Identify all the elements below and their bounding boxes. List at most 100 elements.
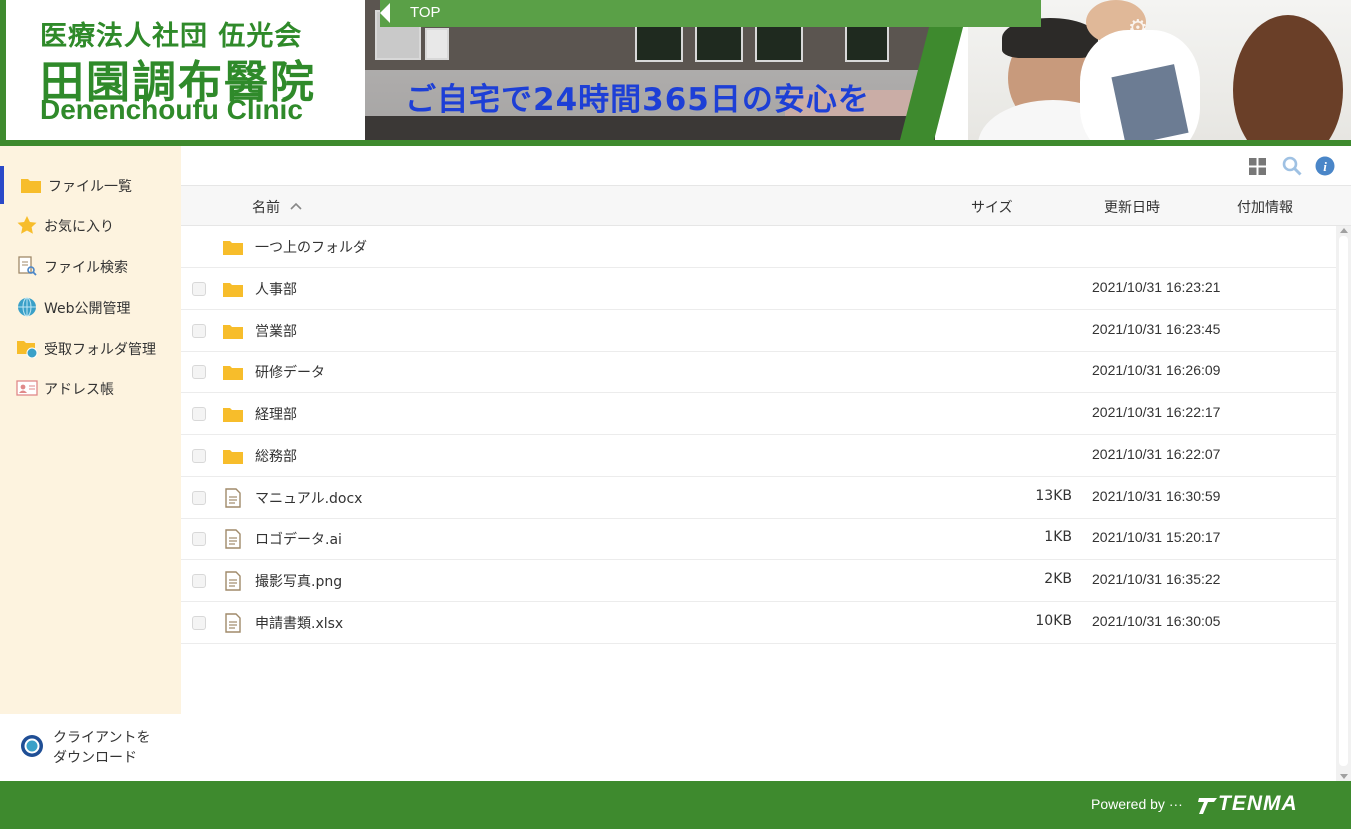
- row-checkbox[interactable]: [192, 282, 206, 296]
- address-book-icon: [16, 380, 38, 396]
- file-icon: [225, 529, 241, 549]
- table-row[interactable]: 営業部 2021/10/31 16:23:45: [181, 310, 1336, 352]
- parent-folder-label: 一つ上のフォルダ: [255, 240, 367, 256]
- folder-icon: [223, 449, 243, 464]
- row-checkbox[interactable]: [192, 490, 206, 505]
- row-checkbox[interactable]: [192, 365, 206, 380]
- file-size: 10KB: [1035, 612, 1072, 629]
- row-checkbox[interactable]: [192, 615, 206, 630]
- folder-icon: [223, 324, 243, 339]
- table-row[interactable]: ロゴデータ.ai 1KB 2021/10/31 15:20:17: [181, 518, 1336, 561]
- scrollbar-thumb[interactable]: [1339, 236, 1348, 766]
- scrollbar[interactable]: [1336, 226, 1351, 781]
- file-name[interactable]: 申請書類.xlsx: [255, 613, 343, 633]
- sidebar-item-label: 受取フォルダ管理: [44, 342, 156, 358]
- file-icon: [225, 487, 241, 508]
- sidebar-item-favorites[interactable]: お気に入り: [0, 206, 181, 244]
- file-name[interactable]: 人事部: [255, 279, 297, 299]
- file-name[interactable]: 研修データ: [255, 362, 325, 382]
- row-checkbox[interactable]: [192, 407, 206, 422]
- gear-icon[interactable]: ⚙: [1128, 18, 1150, 40]
- table-row[interactable]: 研修データ 2021/10/31 16:26:09: [181, 351, 1336, 394]
- file-icon: [225, 612, 241, 633]
- grid-view-icon[interactable]: [1248, 156, 1268, 176]
- sidebar-item-file-search[interactable]: ファイル検索: [0, 247, 181, 285]
- column-name[interactable]: 名前: [252, 197, 280, 217]
- download-client-button[interactable]: クライアントを ダウンロード: [0, 714, 181, 781]
- search-icon[interactable]: [1282, 156, 1302, 176]
- table-row[interactable]: 総務部 2021/10/31 16:22:07: [181, 435, 1336, 477]
- file-modified: 2021/10/31 16:22:07: [1092, 445, 1221, 462]
- clinic-logo[interactable]: 医療法人社団 伍光会 田園調布醫院 Denenchoufu Clinic: [0, 0, 365, 140]
- row-checkbox[interactable]: [192, 323, 206, 338]
- file-modified: 2021/10/31 16:30:59: [1092, 487, 1221, 504]
- download-label-line1: クライアントを: [53, 730, 151, 746]
- slogan-text: ご自宅で24時間365日の安心を: [405, 82, 870, 118]
- sidebar-item-receive-folder[interactable]: 受取フォルダ管理: [0, 329, 181, 367]
- file-modified: 2021/10/31 16:23:45: [1092, 320, 1221, 337]
- tenma-mark-icon: [1198, 798, 1217, 814]
- file-modified: 2021/10/31 16:30:05: [1092, 612, 1221, 629]
- folder-icon: [223, 241, 243, 255]
- powered-by-label: Powered by ···: [1091, 796, 1183, 812]
- table-row[interactable]: 人事部 2021/10/31 16:23:21: [181, 268, 1336, 310]
- sidebar-item-label: Web公開管理: [44, 301, 131, 317]
- file-name[interactable]: 営業部: [255, 321, 297, 341]
- scroll-up-icon[interactable]: [1340, 228, 1348, 233]
- column-size[interactable]: サイズ: [971, 197, 1013, 217]
- tenma-logo[interactable]: TENMA: [1218, 792, 1298, 816]
- column-extra[interactable]: 付加情報: [1237, 197, 1293, 217]
- file-list-panel: i 名前 サイズ 更新日時 付加情報 一つ上のフォルダ 人事部 2021/10/3…: [181, 146, 1351, 781]
- toolbar: i: [181, 146, 1351, 186]
- folder-icon: [21, 179, 41, 193]
- scroll-down-icon[interactable]: [1340, 774, 1348, 779]
- parent-folder-row[interactable]: 一つ上のフォルダ: [181, 226, 1336, 268]
- file-name[interactable]: 撮影写真.png: [255, 571, 342, 591]
- file-search-icon: [18, 256, 37, 276]
- file-modified: 2021/10/31 16:22:17: [1092, 404, 1221, 421]
- top-nav-bar[interactable]: TOP: [380, 0, 1041, 27]
- file-icon: [225, 571, 241, 591]
- table-row[interactable]: マニュアル.docx 13KB 2021/10/31 16:30:59: [181, 477, 1336, 519]
- globe-icon: [18, 297, 36, 317]
- sidebar: ファイル一覧 お気に入り ファイル検索 Web公開管理 受取フォルダ管理 アドレ…: [0, 146, 181, 781]
- top-link[interactable]: TOP: [410, 4, 441, 21]
- sidebar-item-address-book[interactable]: アドレス帳: [0, 369, 181, 407]
- download-globe-icon: [21, 735, 43, 757]
- folder-globe-icon: [17, 341, 38, 358]
- table-row[interactable]: 申請書類.xlsx 10KB 2021/10/31 16:30:05: [181, 602, 1336, 644]
- file-size: 1KB: [1044, 529, 1072, 546]
- file-modified: 2021/10/31 16:23:21: [1092, 279, 1221, 295]
- row-checkbox[interactable]: [192, 448, 206, 463]
- info-icon[interactable]: i: [1315, 156, 1335, 176]
- column-header: 名前 サイズ 更新日時 付加情報: [181, 186, 1351, 226]
- file-size: 2KB: [1044, 570, 1072, 587]
- file-size: 13KB: [1035, 487, 1072, 504]
- file-name[interactable]: ロゴデータ.ai: [255, 529, 342, 549]
- header: 医療法人社団 伍光会 田園調布醫院 Denenchoufu Clinic ご自宅…: [0, 0, 1351, 146]
- table-row[interactable]: 撮影写真.png 2KB 2021/10/31 16:35:22: [181, 560, 1336, 602]
- sidebar-item-label: アドレス帳: [44, 382, 114, 398]
- back-arrow-icon[interactable]: [380, 3, 390, 23]
- file-name[interactable]: マニュアル.docx: [255, 488, 362, 508]
- folder-icon: [223, 408, 243, 423]
- star-icon: [17, 216, 37, 234]
- sidebar-item-label: ファイル検索: [44, 260, 128, 276]
- sidebar-item-web-publish[interactable]: Web公開管理: [0, 288, 181, 326]
- sidebar-item-label: ファイル一覧: [48, 179, 132, 195]
- column-modified[interactable]: 更新日時: [1104, 197, 1160, 217]
- row-checkbox[interactable]: [192, 532, 206, 547]
- file-modified: 2021/10/31 15:20:17: [1092, 529, 1221, 546]
- sort-ascending-icon[interactable]: [290, 201, 302, 211]
- sidebar-item-file-list[interactable]: ファイル一覧: [0, 166, 181, 204]
- sidebar-item-label: お気に入り: [44, 219, 114, 235]
- clinic-name-en: Denenchoufu Clinic: [40, 94, 303, 125]
- row-checkbox[interactable]: [192, 573, 206, 588]
- folder-icon: [223, 366, 243, 381]
- file-name[interactable]: 経理部: [255, 404, 297, 424]
- table-row[interactable]: 経理部 2021/10/31 16:22:17: [181, 393, 1336, 436]
- file-modified: 2021/10/31 16:35:22: [1092, 570, 1221, 587]
- file-name[interactable]: 総務部: [255, 446, 297, 466]
- download-label-line2: ダウンロード: [53, 750, 137, 766]
- folder-icon: [223, 283, 243, 297]
